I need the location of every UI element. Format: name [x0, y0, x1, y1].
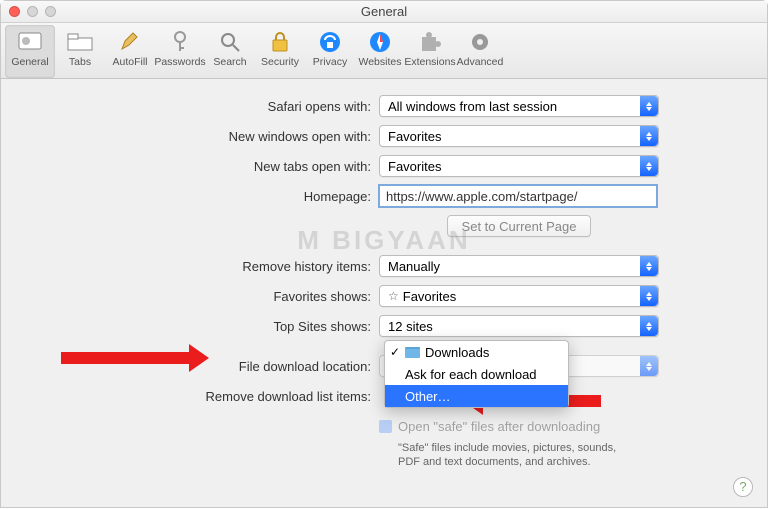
- popup-item-ask[interactable]: Ask for each download: [385, 363, 568, 385]
- window-controls: [9, 6, 56, 17]
- select-new-tabs[interactable]: Favorites: [379, 155, 659, 177]
- general-pane: Safari opens with: All windows from last…: [1, 79, 767, 507]
- homepage-field[interactable]: [379, 185, 657, 207]
- tab-general[interactable]: General: [5, 25, 55, 78]
- label-homepage: Homepage:: [1, 189, 379, 204]
- close-window-button[interactable]: [9, 6, 20, 17]
- titlebar: General: [1, 1, 767, 23]
- label-new-windows: New windows open with:: [1, 129, 379, 144]
- tab-tabs[interactable]: Tabs: [55, 25, 105, 78]
- chevron-updown-icon: [640, 316, 658, 336]
- label-remove-history: Remove history items:: [1, 259, 379, 274]
- preferences-window: General General Tabs AutoFill Passwords …: [0, 0, 768, 508]
- gear-icon: [467, 29, 493, 55]
- chevron-updown-icon: [640, 356, 658, 376]
- select-remove-history[interactable]: Manually: [379, 255, 659, 277]
- lock-icon: [267, 29, 293, 55]
- tab-extensions[interactable]: Extensions: [405, 25, 455, 78]
- select-new-windows[interactable]: Favorites: [379, 125, 659, 147]
- tab-websites[interactable]: Websites: [355, 25, 405, 78]
- safe-files-note: "Safe" files include movies, pictures, s…: [379, 441, 639, 469]
- chevron-updown-icon: [640, 286, 658, 306]
- minimize-window-button[interactable]: [27, 6, 38, 17]
- compass-icon: [367, 29, 393, 55]
- set-current-page-button[interactable]: Set to Current Page: [447, 215, 592, 237]
- tab-passwords[interactable]: Passwords: [155, 25, 205, 78]
- chevron-updown-icon: [640, 156, 658, 176]
- chevron-updown-icon: [640, 96, 658, 116]
- label-top-sites: Top Sites shows:: [1, 319, 379, 334]
- label-safari-opens: Safari opens with:: [1, 99, 379, 114]
- tab-privacy[interactable]: Privacy: [305, 25, 355, 78]
- download-location-popup: Downloads Ask for each download Other…: [384, 340, 569, 408]
- label-new-tabs: New tabs open with:: [1, 159, 379, 174]
- select-safari-opens[interactable]: All windows from last session: [379, 95, 659, 117]
- tab-advanced[interactable]: Advanced: [455, 25, 505, 78]
- key-icon: [167, 29, 193, 55]
- tab-search[interactable]: Search: [205, 25, 255, 78]
- star-icon: ☆: [388, 289, 399, 303]
- popup-item-other[interactable]: Other…: [385, 385, 568, 407]
- popup-item-downloads[interactable]: Downloads: [385, 341, 568, 363]
- zoom-window-button[interactable]: [45, 6, 56, 17]
- preferences-toolbar: General Tabs AutoFill Passwords Search S…: [1, 23, 767, 79]
- folder-icon: [405, 347, 420, 358]
- open-safe-checkbox[interactable]: [379, 420, 392, 433]
- label-favorites-shows: Favorites shows:: [1, 289, 379, 304]
- search-icon: [217, 29, 243, 55]
- select-favorites-shows[interactable]: ☆Favorites: [379, 285, 659, 307]
- puzzle-icon: [417, 29, 443, 55]
- chevron-updown-icon: [640, 126, 658, 146]
- select-top-sites[interactable]: 12 sites: [379, 315, 659, 337]
- privacy-icon: [317, 29, 343, 55]
- tabs-icon: [67, 29, 93, 55]
- switch-icon: [17, 29, 43, 55]
- label-remove-download: Remove download list items:: [1, 389, 379, 404]
- help-button[interactable]: ?: [733, 477, 753, 497]
- window-title: General: [361, 4, 407, 19]
- chevron-updown-icon: [640, 256, 658, 276]
- tab-security[interactable]: Security: [255, 25, 305, 78]
- label-download-location: File download location:: [1, 359, 379, 374]
- tab-autofill[interactable]: AutoFill: [105, 25, 155, 78]
- label-open-safe: Open "safe" files after downloading: [398, 419, 600, 434]
- pen-icon: [117, 29, 143, 55]
